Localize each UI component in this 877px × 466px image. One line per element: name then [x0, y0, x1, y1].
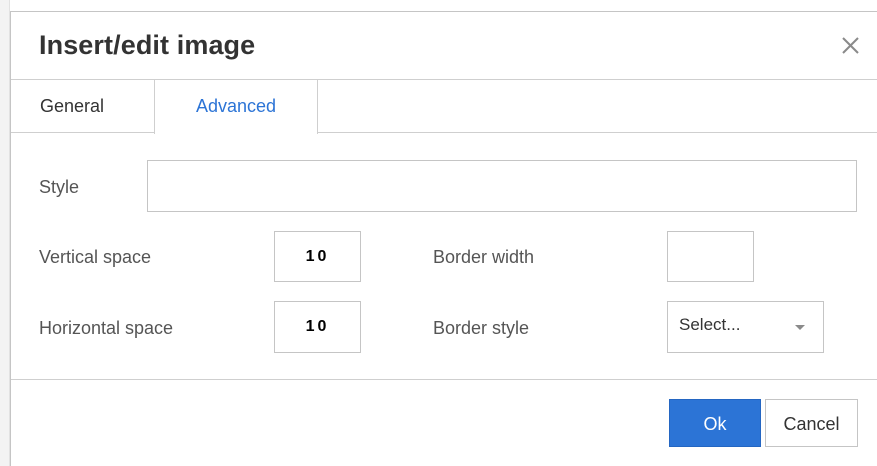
background-edge	[0, 0, 10, 466]
border-style-selected: Select...	[679, 315, 741, 334]
insert-edit-image-dialog: Insert/edit image General Advanced Style…	[10, 11, 877, 466]
border-style-select[interactable]: Select...	[667, 301, 824, 353]
tab-general[interactable]: General	[11, 80, 154, 133]
tab-advanced[interactable]: Advanced	[154, 80, 318, 134]
horizontal-space-input[interactable]	[274, 301, 361, 353]
border-style-label: Border style	[433, 318, 530, 338]
caret-down-icon	[795, 325, 805, 330]
footer-divider	[11, 379, 877, 380]
border-width-input[interactable]	[667, 231, 754, 282]
close-button[interactable]	[837, 32, 865, 60]
dialog-title: Insert/edit image	[39, 30, 256, 60]
horizontal-space-label: Horizontal space	[39, 318, 174, 338]
style-input[interactable]	[147, 160, 857, 212]
dialog-title-bar: Insert/edit image	[11, 12, 877, 80]
border-width-label: Border width	[433, 247, 535, 267]
tab-bar: General Advanced	[11, 79, 877, 134]
vertical-space-input[interactable]	[274, 231, 361, 282]
style-label: Style	[39, 177, 80, 197]
close-icon	[842, 37, 859, 54]
cancel-button[interactable]: Cancel	[765, 399, 858, 447]
vertical-space-label: Vertical space	[39, 247, 152, 267]
ok-button[interactable]: Ok	[669, 399, 761, 447]
tab-divider	[11, 132, 877, 133]
